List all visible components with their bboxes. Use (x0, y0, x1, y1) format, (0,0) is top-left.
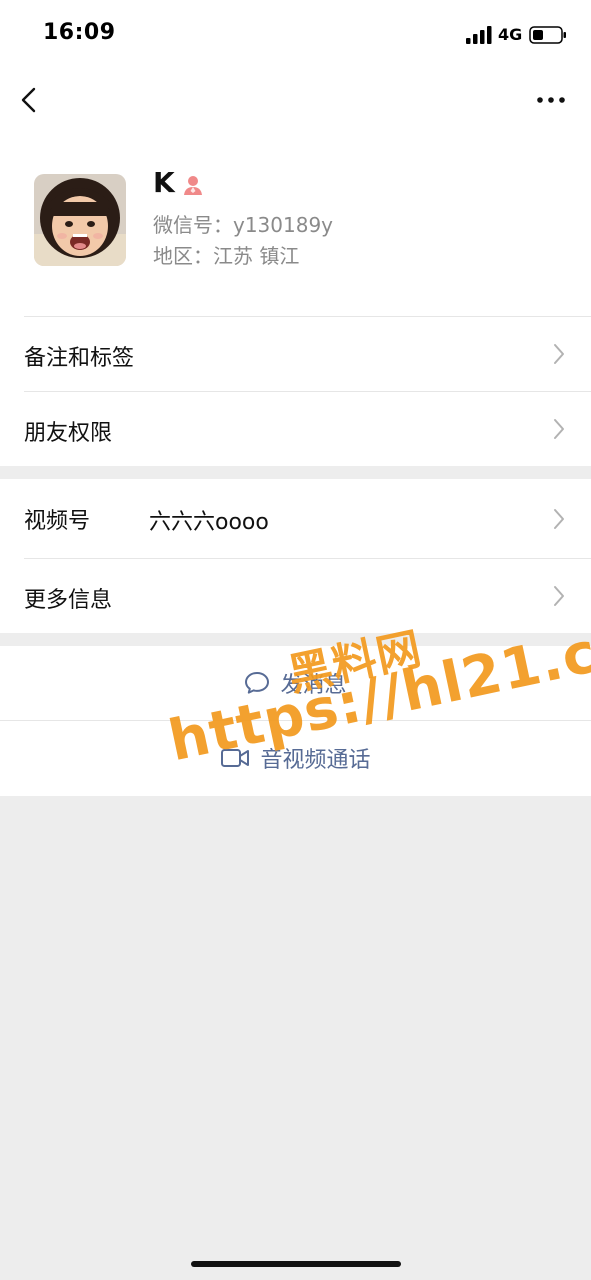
friend-permissions-cell[interactable]: 朋友权限 (0, 391, 591, 466)
channels-cell[interactable]: 视频号 六六六oooo (0, 479, 591, 558)
contact-name: K (153, 166, 175, 199)
remarks-and-tags-label: 备注和标签 (24, 346, 135, 371)
status-bar: 16:09 4G (0, 0, 591, 70)
avatar[interactable] (34, 174, 126, 266)
wechat-id-text: 微信号：y130189y (153, 213, 334, 237)
profile-header: K 微信号：y130189y 地区：江苏 镇江 (0, 140, 591, 316)
female-gender-icon (184, 176, 202, 195)
signal-icon (466, 26, 492, 44)
nav-bar (0, 70, 591, 140)
cell-divider (24, 391, 591, 392)
chevron-right-icon (554, 344, 564, 364)
network-type-label: 4G (498, 25, 523, 44)
channels-value: 六六六oooo (149, 510, 269, 535)
cell-divider (24, 558, 591, 559)
avatar-image (34, 174, 126, 266)
more-info-cell[interactable]: 更多信息 (0, 558, 591, 633)
more-dots-icon[interactable] (536, 92, 566, 108)
home-indicator (191, 1261, 401, 1267)
more-info-label: 更多信息 (24, 588, 113, 613)
friend-permissions-label: 朋友权限 (24, 421, 113, 446)
status-time: 16:09 (43, 20, 116, 45)
contact-profile-screen: 16:09 4G K 微信号：y130189y 地区：江苏 镇江 备注和标签 朋… (0, 0, 591, 1280)
back-chevron-icon[interactable] (18, 85, 44, 115)
cell-divider (24, 316, 591, 317)
chevron-right-icon (554, 509, 564, 529)
channels-label: 视频号 (24, 509, 91, 534)
chevron-right-icon (554, 586, 564, 606)
remarks-and-tags-cell[interactable]: 备注和标签 (0, 316, 591, 391)
chevron-right-icon (554, 419, 564, 439)
region-text: 地区：江苏 镇江 (153, 244, 300, 268)
battery-icon (529, 26, 566, 44)
